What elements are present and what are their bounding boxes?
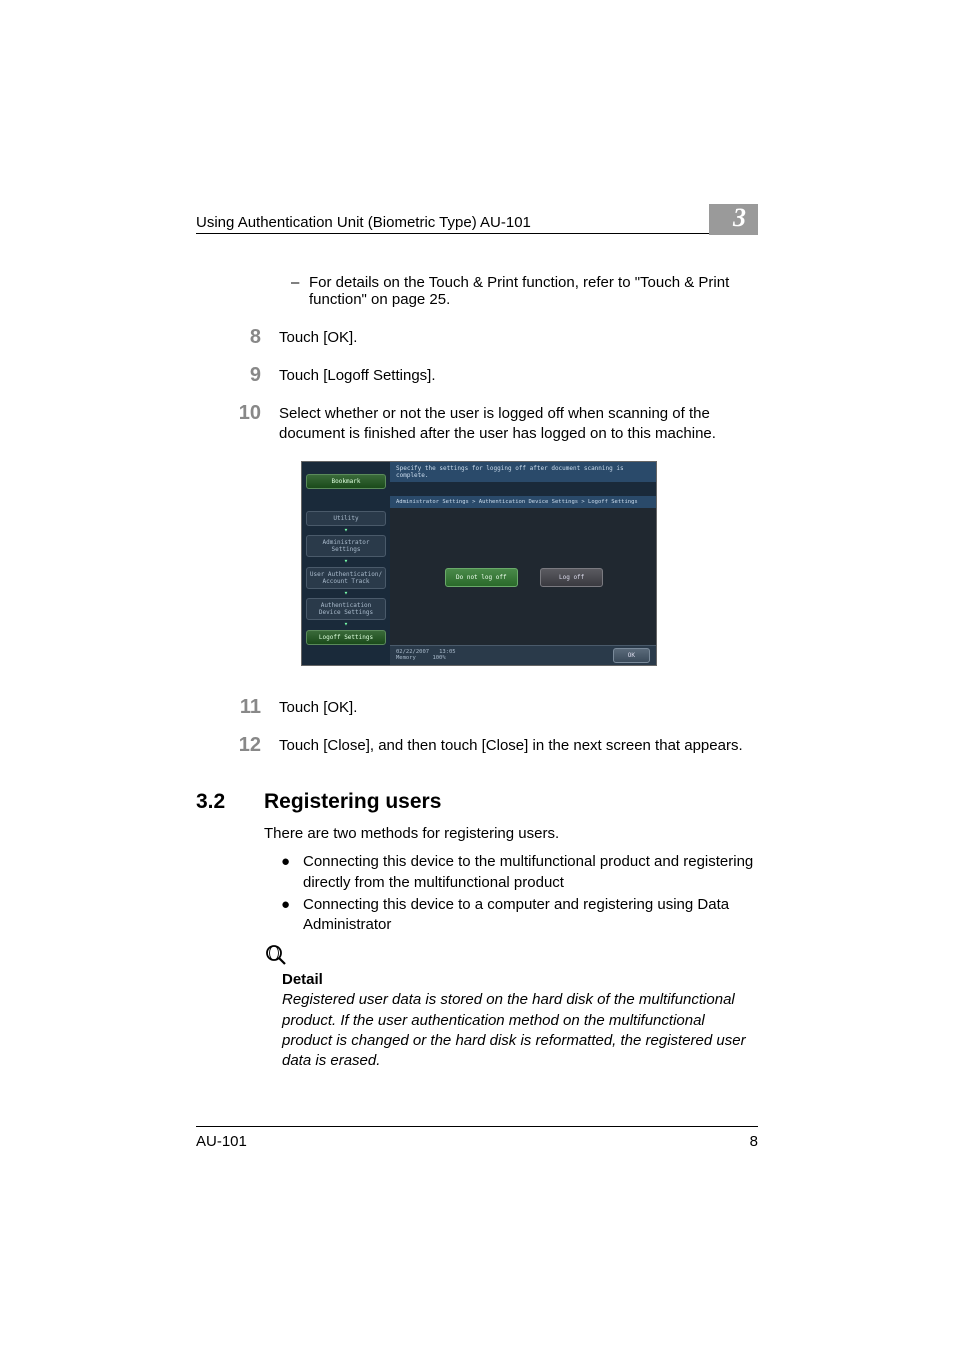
mfp-tab-admin[interactable]: Administrator Settings [306,535,386,557]
step-9: 9 Touch [Logoff Settings]. [196,364,758,386]
step-number: 11 [221,696,261,718]
chevron-down-icon: ▾ [302,622,390,628]
footer-model: AU-101 [196,1133,247,1150]
header-title: Using Authentication Unit (Biometric Typ… [196,214,531,231]
step-number: 8 [221,326,261,348]
step-text: Touch [Logoff Settings]. [279,364,758,386]
mfp-memory-label: Memory [396,655,416,661]
mfp-tab-bookmark[interactable]: Bookmark [306,474,386,489]
step-8: 8 Touch [OK]. [196,326,758,348]
bullet-icon: ● [281,852,303,872]
mfp-topbar: Specify the settings for logging off aft… [390,462,656,482]
mfp-screenshot: Bookmark Utility ▾ Administrator Setting… [301,461,657,666]
step-10: 10 Select whether or not the user is log… [196,402,758,445]
mfp-tab-authdev[interactable]: Authentication Device Settings [306,598,386,620]
bullet-1: ● Connecting this device to the multifun… [281,852,758,893]
mfp-ok-button[interactable]: OK [613,648,650,663]
mfp-log-off-button[interactable]: Log off [540,568,603,587]
dash-bullet: – [291,274,309,291]
section-number: 3.2 [196,790,264,814]
page-footer: AU-101 8 [196,1126,758,1150]
step-12: 12 Touch [Close], and then touch [Close]… [196,734,758,756]
mfp-tab-logoff[interactable]: Logoff Settings [306,630,386,645]
mfp-sidebar: Bookmark Utility ▾ Administrator Setting… [302,462,390,665]
footer-page: 8 [750,1133,758,1150]
step-11: 11 Touch [OK]. [196,696,758,718]
step-text: Touch [Close], and then touch [Close] in… [279,734,758,756]
note-row: – For details on the Touch & Print funct… [291,274,758,308]
mfp-main-panel: Do not log off Log off [390,508,656,645]
detail-text: Registered user data is stored on the ha… [282,990,758,1071]
chevron-down-icon: ▾ [302,528,390,534]
section-title: Registering users [264,790,441,814]
mfp-tab-utility[interactable]: Utility [306,511,386,526]
mfp-breadcrumb: Administrator Settings > Authentication … [390,496,656,508]
chapter-badge: 3 [709,204,758,235]
detail-block: Detail Registered user data is stored on… [264,943,758,1071]
mfp-memory-pct: 100% [432,655,445,661]
bullet-text: Connecting this device to the multifunct… [303,852,758,893]
chevron-down-icon: ▾ [302,559,390,565]
step-number: 12 [221,734,261,756]
note-text: For details on the Touch & Print functio… [309,274,758,308]
bullet-icon: ● [281,895,303,915]
detail-label: Detail [282,971,758,988]
mfp-do-not-log-off-button[interactable]: Do not log off [445,568,518,587]
mfp-status-bar: 02/22/2007 13:05 Memory 100% OK [390,645,656,665]
step-number: 9 [221,364,261,386]
chevron-down-icon: ▾ [302,591,390,597]
bullet-text: Connecting this device to a computer and… [303,895,758,936]
bullet-2: ● Connecting this device to a computer a… [281,895,758,936]
section-heading: 3.2 Registering users [196,790,758,814]
mfp-tab-userauth[interactable]: User Authentication/ Account Track [306,567,386,589]
magnifier-icon [264,943,758,967]
page-header: Using Authentication Unit (Biometric Typ… [196,200,758,234]
step-text: Touch [OK]. [279,326,758,348]
section-intro: There are two methods for registering us… [264,824,758,844]
step-text: Select whether or not the user is logged… [279,402,758,445]
step-number: 10 [221,402,261,424]
step-text: Touch [OK]. [279,696,758,718]
